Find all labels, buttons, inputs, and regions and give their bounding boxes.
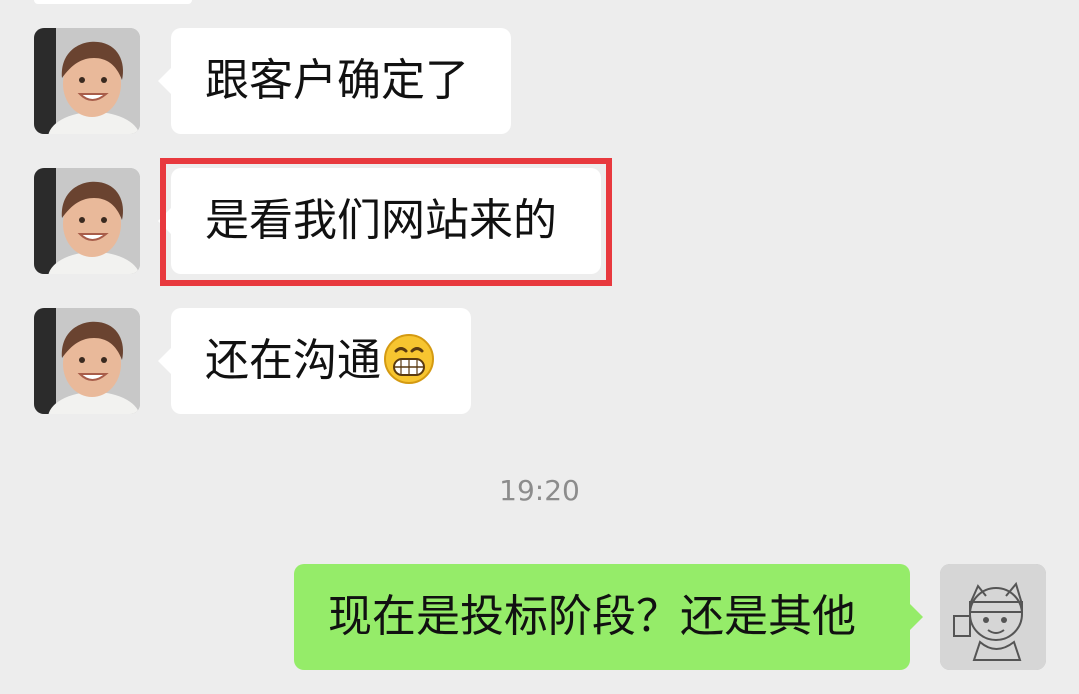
contact-avatar[interactable] xyxy=(34,28,140,134)
child-photo-icon xyxy=(34,308,140,414)
message-bubble-incoming[interactable]: 还在沟通 xyxy=(158,308,471,414)
message-bubble-incoming[interactable]: 跟客户确定了 xyxy=(158,28,511,134)
message-text: 现在是投标阶段？还是其他 xyxy=(328,591,856,642)
my-avatar[interactable] xyxy=(940,564,1046,670)
grinning-face-icon xyxy=(383,333,435,385)
child-photo-icon xyxy=(34,168,140,274)
contact-avatar[interactable] xyxy=(34,168,140,274)
message-text: 还在沟通 xyxy=(205,335,381,386)
message-timestamp: 19:20 xyxy=(499,474,580,507)
highlight-box xyxy=(160,158,612,286)
cartoon-sketch-icon xyxy=(940,564,1046,670)
contact-avatar[interactable] xyxy=(34,308,140,414)
previous-message-edge xyxy=(34,0,192,4)
message-text: 跟客户确定了 xyxy=(205,55,469,106)
child-photo-icon xyxy=(34,28,140,134)
message-bubble-outgoing[interactable]: 现在是投标阶段？还是其他 xyxy=(294,564,923,670)
